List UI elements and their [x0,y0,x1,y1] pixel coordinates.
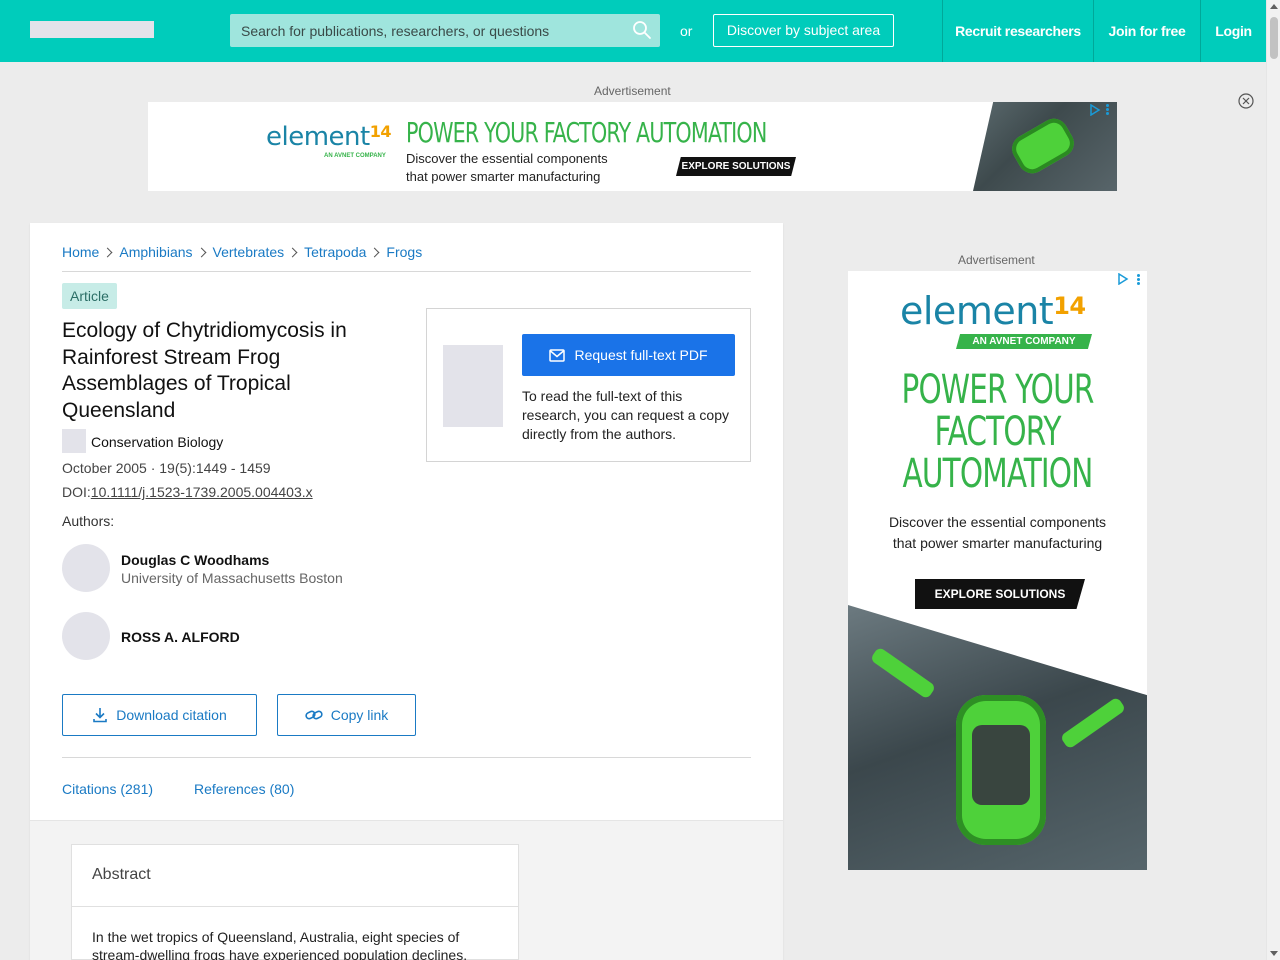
doi-line: DOI:10.1111/j.1523-1739.2005.004403.x [62,484,313,500]
copy-link-label: Copy link [330,707,389,723]
tab-references[interactable]: References (80) [194,781,294,797]
ad-options-icon[interactable] [1106,104,1109,116]
link-icon [305,710,323,720]
top-navigation-bar: Search for publications, researchers, or… [0,0,1266,62]
request-pdf-description: To read the full-text of this research, … [522,388,730,442]
breadcrumb-vertebrates[interactable]: Vertebrates [213,244,285,260]
abstract-text: In the wet tropics of Queensland, Austra… [92,929,468,960]
ad-brand-tagline: AN AVNET COMPANY [956,334,1092,349]
search-input[interactable]: Search for publications, researchers, or… [230,14,660,47]
author-name[interactable]: ROSS A. ALFORD [121,629,240,645]
mail-icon [549,348,566,362]
download-icon [93,708,108,723]
request-pdf-label: Request full-text PDF [574,347,708,363]
ad-headline: POWER YOUR FACTORY AUTOMATION [406,116,767,149]
avatar[interactable] [62,612,110,660]
login-link[interactable]: Login [1200,0,1266,62]
journal-logo [62,429,86,453]
ad-brand-logo: element14 [266,122,391,152]
search-placeholder: Search for publications, researchers, or… [241,23,550,39]
site-logo[interactable] [30,21,154,38]
ad-options-icon[interactable] [1137,274,1140,286]
abstract-section: Abstract In the wet tropics of Queenslan… [71,844,519,960]
ad-brand-logo: element14 [900,289,1086,333]
ad-subline: Discover the essential components that p… [406,151,608,184]
recruit-researchers-link[interactable]: Recruit researchers [942,0,1093,62]
scroll-up-arrow-icon[interactable] [1270,4,1278,9]
chevron-right-icon [287,247,298,257]
author-affiliation: University of Massachusetts Boston [121,570,343,586]
chevron-right-icon [196,247,206,257]
doi-link[interactable]: 10.1111/j.1523-1739.2005.004403.x [91,484,313,500]
advertisement-label: Advertisement [958,253,1035,267]
chevron-right-icon [369,247,380,257]
ad-headline: POWER YOUR FACTORY AUTOMATION [901,367,1094,497]
publication-date-volume: October 2005 · 19(5):1449 - 1459 [62,460,271,476]
download-citation-label: Download citation [116,707,227,723]
breadcrumb-home[interactable]: Home [62,244,99,260]
discover-by-subject-button[interactable]: Discover by subject area [713,14,894,47]
copy-link-button[interactable]: Copy link [277,694,416,736]
article-title: Ecology of Chytridiomycosis in Rainfores… [62,319,347,422]
banner-advertisement[interactable]: element14 AN AVNET COMPANY POWER YOUR FA… [148,102,1117,191]
breadcrumb-frogs[interactable]: Frogs [386,244,422,260]
ad-explore-button[interactable]: EXPLORE SOLUTIONS [915,579,1085,609]
ad-subline: Discover the essential components that p… [888,514,1107,551]
request-pdf-panel: Request full-text PDF To read the full-t… [426,308,751,462]
divider [72,906,518,907]
request-full-text-pdf-button[interactable]: Request full-text PDF [522,334,735,376]
authors-label: Authors: [62,513,115,529]
search-icon[interactable] [632,20,652,40]
abstract-title: Abstract [92,866,151,883]
chevron-right-icon [102,247,113,257]
scroll-down-arrow-icon[interactable] [1270,951,1278,956]
tab-citations[interactable]: Citations (281) [62,781,153,797]
divider [62,271,751,272]
ad-choices-icon[interactable] [1117,273,1129,285]
ad-explore-button[interactable]: EXPLORE SOLUTIONS [676,157,796,176]
breadcrumb-tetrapoda[interactable]: Tetrapoda [304,244,366,260]
avatar[interactable] [62,544,110,592]
breadcrumb: Home Amphibians Vertebrates Tetrapoda Fr… [62,244,422,260]
scrollbar-thumb[interactable] [1270,17,1278,59]
page-scrollbar[interactable] [1266,0,1280,960]
ad-choices-icon[interactable] [1089,104,1101,116]
or-separator: or [680,23,693,39]
ad-brand-tagline: AN AVNET COMPANY [324,153,386,159]
ad-factory-image [848,605,1147,870]
divider [62,757,751,758]
join-for-free-link[interactable]: Join for free [1093,0,1200,62]
pdf-thumbnail [443,345,503,427]
article-type-badge: Article [62,283,117,309]
download-citation-button[interactable]: Download citation [62,694,257,736]
author-name[interactable]: Douglas C Woodhams [121,552,269,568]
breadcrumb-amphibians[interactable]: Amphibians [119,244,192,260]
close-ad-icon[interactable] [1238,93,1254,109]
doi-label: DOI: [62,484,91,500]
journal-name[interactable]: Conservation Biology [91,434,223,450]
advertisement-label: Advertisement [594,84,671,98]
sidebar-advertisement[interactable]: element14 AN AVNET COMPANY POWER YOUR FA… [848,271,1147,870]
